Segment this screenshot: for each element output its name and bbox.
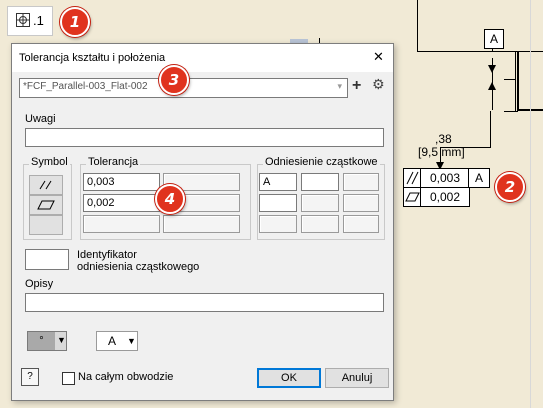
datum-cell[interactable] <box>301 194 339 212</box>
datum-identifier-label-1: Identyfikator <box>77 249 137 261</box>
datum-field-4[interactable] <box>259 194 297 212</box>
all-around-label: Na całym obwodzie <box>78 371 174 383</box>
opisy-label: Opisy <box>25 278 54 290</box>
symbol-dropdown[interactable]: ° ▼ <box>27 331 67 351</box>
datum-cell[interactable] <box>343 194 379 212</box>
datum-cell[interactable] <box>343 215 379 233</box>
datum-field-2[interactable] <box>301 173 339 191</box>
dialog-titlebar: Tolerancja kształtu i położenia ✕ <box>12 44 393 72</box>
badge-2: 2 <box>495 172 525 202</box>
tolerance-field-1[interactable]: 0,003 <box>83 173 160 191</box>
badge-3: 3 <box>159 65 189 95</box>
dimension-alt: [9,5 mm] <box>418 145 465 159</box>
datum-identifier-label-2: odniesienia cząstkowego <box>77 261 200 273</box>
badge-1: 1 <box>60 7 90 37</box>
close-icon[interactable]: ✕ <box>373 50 384 65</box>
uwagi-label: Uwagi <box>25 113 56 125</box>
datum-label-box: A <box>484 29 504 49</box>
help-icon: ? <box>27 371 33 382</box>
parallelism-icon <box>39 180 52 190</box>
gear-icon[interactable]: ⚙ <box>372 77 385 93</box>
add-style-icon[interactable]: + <box>352 77 361 95</box>
symbol-flatness-button[interactable] <box>29 195 63 215</box>
position-tolerance-icon <box>16 13 30 27</box>
dialog-title: Tolerancja kształtu i położenia <box>19 52 166 64</box>
chevron-down-icon: ▼ <box>57 335 66 345</box>
feature-control-frame[interactable]: 0,003 A 0,002 <box>403 168 495 207</box>
ok-button[interactable]: OK <box>257 368 321 388</box>
datum-cell[interactable] <box>301 215 339 233</box>
uwagi-field[interactable] <box>25 128 384 147</box>
chevron-down-icon: ▾ <box>337 81 342 91</box>
fcf-row1-value: 0,003 <box>420 168 470 188</box>
datum-cell[interactable] <box>343 173 379 191</box>
badge-4: 4 <box>155 184 185 214</box>
tolerance-group-label: Tolerancja <box>86 156 141 168</box>
datum-cell[interactable] <box>259 215 297 233</box>
tolerance-cell[interactable] <box>83 215 160 233</box>
fcf-dialog: Tolerancja kształtu i położenia ✕ *FCF_P… <box>11 43 394 401</box>
fcf-row2-value: 0,002 <box>420 187 470 207</box>
chevron-down-icon: ▼ <box>127 336 136 346</box>
opisy-field[interactable] <box>25 293 384 312</box>
symbol-parallelism-button[interactable] <box>29 175 63 195</box>
tolerance-cell[interactable] <box>163 215 240 233</box>
flatness-icon <box>37 200 55 210</box>
datum-field-1[interactable]: A <box>259 173 297 191</box>
cancel-button[interactable]: Anuluj <box>325 368 389 388</box>
datum-dropdown[interactable]: A ▼ <box>96 331 138 351</box>
tolerance-field-2[interactable]: 0,002 <box>83 194 160 212</box>
position-tolerance-button[interactable]: .1 <box>7 6 53 36</box>
all-around-checkbox[interactable] <box>62 372 75 385</box>
symbol-empty-button[interactable] <box>29 215 63 235</box>
symbol-group-label: Symbol <box>29 156 70 168</box>
dimension-value: ,38 <box>435 132 452 146</box>
fcf-row1-datum: A <box>468 168 490 188</box>
help-button[interactable]: ? <box>21 368 39 386</box>
toolbar-icon-label: .1 <box>33 13 44 28</box>
datum-identifier-field[interactable] <box>25 249 69 270</box>
datum-group-label: Odniesienie cząstkowe <box>263 156 380 168</box>
